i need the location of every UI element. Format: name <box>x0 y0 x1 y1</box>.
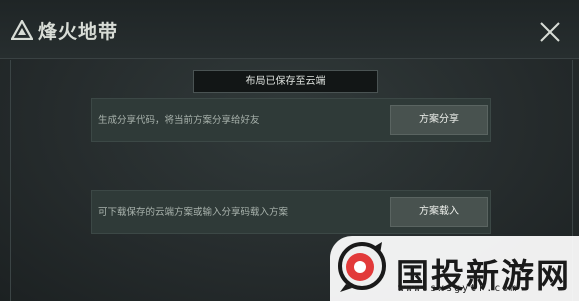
share-plan-row: 生成分享代码，将当前方案分享给好友 方案分享 <box>91 98 491 142</box>
watermark-logo-icon <box>336 240 388 294</box>
share-plan-button[interactable]: 方案分享 <box>390 105 488 135</box>
load-plan-description: 可下载保存的云端方案或输入分享码载入方案 <box>98 207 289 218</box>
share-plan-description: 生成分享代码，将当前方案分享给好友 <box>98 115 260 126</box>
page-title: 烽火地带 <box>38 21 119 43</box>
watermark-url: www.sxsgytr.com <box>398 283 519 294</box>
close-icon[interactable] <box>538 20 562 44</box>
warning-triangle-icon <box>10 18 34 41</box>
title-bar: 烽火地带 <box>0 0 579 59</box>
load-plan-button[interactable]: 方案载入 <box>390 197 488 227</box>
save-status-label: 布局已保存至云端 <box>193 70 378 93</box>
load-plan-row: 可下载保存的云端方案或输入分享码载入方案 方案载入 <box>91 190 491 234</box>
